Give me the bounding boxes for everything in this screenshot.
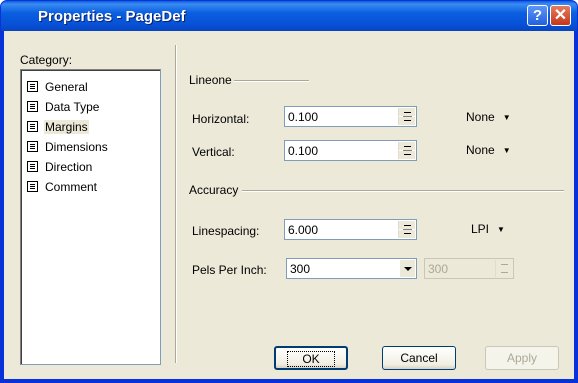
help-button[interactable]: ? xyxy=(527,5,548,26)
cancel-button[interactable]: Cancel xyxy=(382,346,456,370)
lineone-group-label: Lineone xyxy=(189,73,234,87)
property-page-icon xyxy=(27,141,38,152)
category-item-label: Dimensions xyxy=(45,140,108,154)
vertical-unit-dropdown[interactable]: None ▼ xyxy=(466,143,511,157)
pels-per-inch-combobox[interactable]: 300 xyxy=(286,258,417,279)
close-button[interactable]: ✕ xyxy=(550,5,571,26)
spin-down-arrow-icon xyxy=(496,269,512,277)
category-item-label: Comment xyxy=(45,180,98,194)
spin-down-arrow-icon[interactable] xyxy=(399,230,415,238)
group-divider xyxy=(242,190,564,191)
chevron-down-icon[interactable] xyxy=(399,260,415,277)
spin-down-arrow-icon[interactable] xyxy=(399,151,415,159)
linespacing-unit: LPI xyxy=(471,222,490,236)
apply-button: Apply xyxy=(485,346,559,370)
spin-up-arrow-icon xyxy=(496,260,512,268)
vertical-value: 0.100 xyxy=(288,144,319,158)
spin-down-arrow-icon[interactable] xyxy=(399,117,415,125)
group-divider xyxy=(229,80,309,81)
linespacing-spinbox[interactable]: 6.000 xyxy=(284,219,417,240)
dialog-title: Properties - PageDef xyxy=(38,8,186,25)
horizontal-spinbox[interactable]: 0.100 xyxy=(284,106,417,127)
category-item-direction[interactable]: Direction xyxy=(27,159,93,176)
pels-per-inch-value: 300 xyxy=(290,262,311,276)
category-item-dimensions[interactable]: Dimensions xyxy=(27,139,109,156)
category-label: Category: xyxy=(20,53,73,67)
category-item-label: General xyxy=(45,80,88,94)
horizontal-value: 0.100 xyxy=(288,110,319,124)
property-page-icon xyxy=(27,121,38,132)
category-item-label: Direction xyxy=(45,160,93,174)
linespacing-label: Linespacing: xyxy=(192,224,260,238)
category-list[interactable]: General Data Type Margins Dimensions Dir… xyxy=(20,69,161,365)
category-item-label: Margins xyxy=(44,120,89,134)
category-item-comment[interactable]: Comment xyxy=(27,179,98,196)
pels-per-inch-spinbox: 300 xyxy=(424,258,514,279)
category-item-label: Data Type xyxy=(45,100,100,114)
horizontal-unit-dropdown[interactable]: None ▼ xyxy=(466,110,511,124)
category-item-data-type[interactable]: Data Type xyxy=(27,99,100,116)
property-page-icon xyxy=(27,81,38,92)
ok-button[interactable]: OK xyxy=(274,346,348,370)
spin-up-arrow-icon[interactable] xyxy=(399,142,415,150)
vertical-unit: None xyxy=(466,143,495,157)
spin-buttons xyxy=(495,260,512,277)
property-page-icon xyxy=(27,101,38,112)
dialog-body: Category: General Data Type Margins Dime… xyxy=(4,31,574,379)
property-page-icon xyxy=(27,181,38,192)
accuracy-group-label: Accuracy xyxy=(189,183,241,197)
chevron-down-icon: ▼ xyxy=(502,113,511,122)
horizontal-unit: None xyxy=(466,110,495,124)
ok-button-label: OK xyxy=(287,351,335,367)
pels-per-inch-label: Pels Per Inch: xyxy=(192,263,267,277)
vertical-label: Vertical: xyxy=(192,145,235,159)
vertical-separator xyxy=(175,45,176,363)
chevron-down-icon: ▼ xyxy=(497,225,505,234)
title-bar[interactable]: Properties - PageDef ? ✕ xyxy=(1,1,577,31)
category-item-margins[interactable]: Margins xyxy=(27,119,89,136)
spin-up-arrow-icon[interactable] xyxy=(399,221,415,229)
properties-dialog: Properties - PageDef ? ✕ Category: Gener… xyxy=(0,0,578,383)
category-item-general[interactable]: General xyxy=(27,79,89,96)
spin-buttons[interactable] xyxy=(398,221,415,238)
property-page-icon xyxy=(27,161,38,172)
spin-up-arrow-icon[interactable] xyxy=(399,108,415,116)
vertical-spinbox[interactable]: 0.100 xyxy=(284,140,417,161)
linespacing-unit-dropdown[interactable]: LPI ▼ xyxy=(471,222,505,236)
linespacing-value: 6.000 xyxy=(288,223,319,237)
pels-per-inch-disabled-value: 300 xyxy=(428,262,449,276)
chevron-down-icon: ▼ xyxy=(502,146,511,155)
spin-buttons[interactable] xyxy=(398,108,415,125)
horizontal-label: Horizontal: xyxy=(192,112,250,126)
spin-buttons[interactable] xyxy=(398,142,415,159)
